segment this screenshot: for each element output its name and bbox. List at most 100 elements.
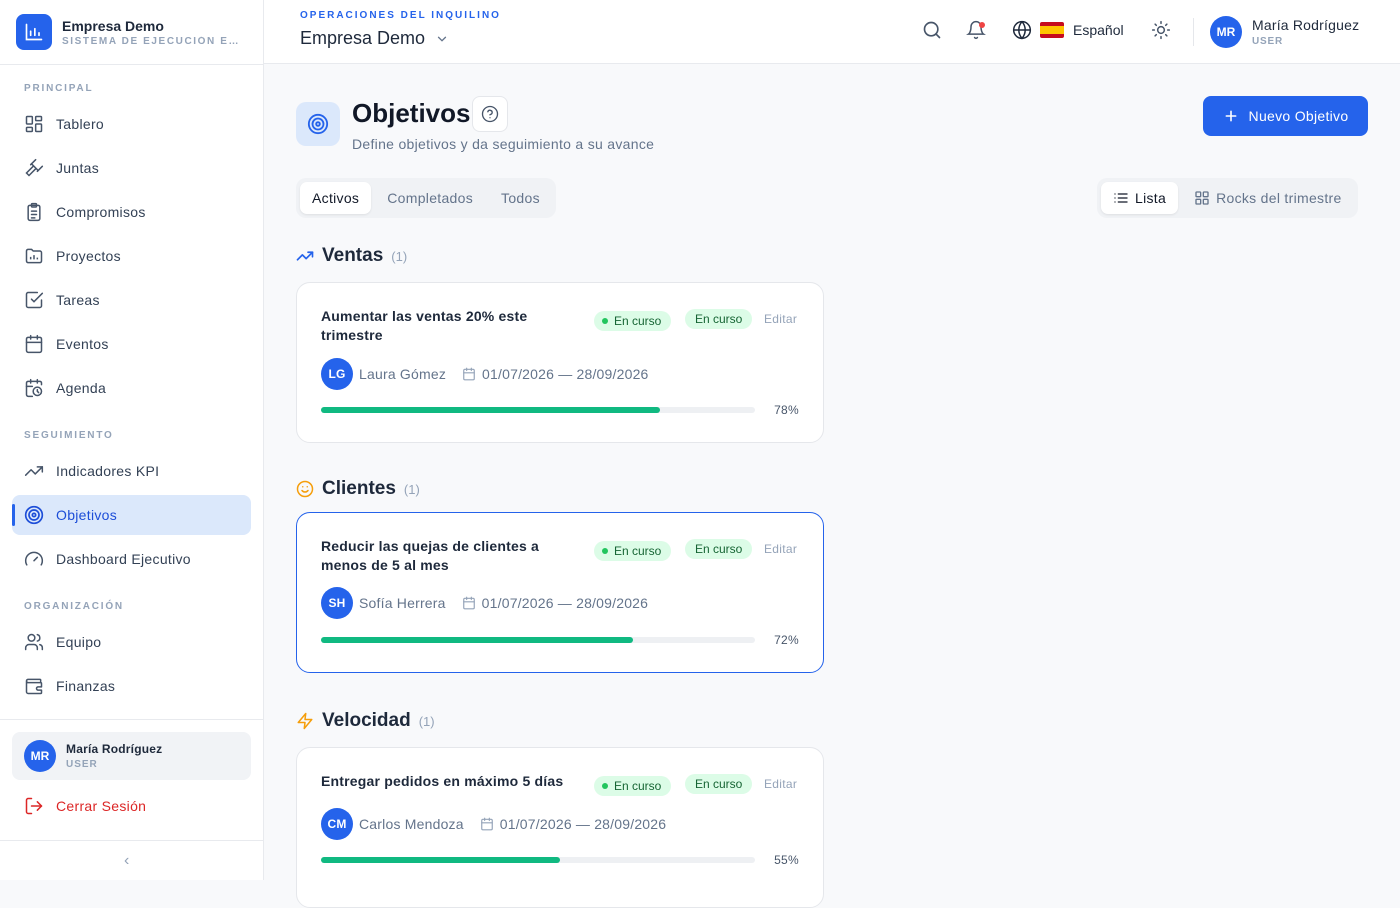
objective-card[interactable]: Aumentar las ventas 20% este trimestre E…	[296, 282, 824, 443]
progress-bar	[321, 857, 755, 863]
sidebar-divider	[0, 719, 264, 720]
brand-name: Empresa Demo	[62, 17, 164, 34]
status-select[interactable]: En curso	[685, 539, 753, 559]
tab-activos[interactable]: Activos	[300, 182, 372, 214]
status-filter-tabs: Activos Completados Todos	[296, 178, 556, 218]
view-lista[interactable]: Lista	[1101, 182, 1179, 214]
status-badge: En curso	[594, 311, 672, 331]
view-toggle: Lista Rocks del trimestre	[1097, 178, 1358, 218]
calendar-clock-icon	[25, 378, 43, 398]
list-icon	[1114, 193, 1128, 203]
search-icon[interactable]	[922, 20, 942, 40]
calendar-icon	[463, 367, 475, 381]
sidebar-item-indicadores-kpi[interactable]: Indicadores KPI	[12, 451, 251, 491]
users-icon	[24, 633, 44, 651]
group-header-velocidad: Velocidad (1)	[296, 710, 435, 732]
page-title: Objetivos	[352, 98, 471, 128]
collapse-sidebar-button[interactable]: ‹	[124, 852, 129, 870]
status-badge: En curso	[594, 541, 672, 561]
new-objective-button[interactable]: Nuevo Objetivo	[1203, 96, 1368, 136]
sidebar-item-label: Objetivos	[56, 507, 118, 523]
sidebar-item-proyectos[interactable]: Proyectos	[12, 236, 251, 276]
sidebar-item-finanzas[interactable]: Finanzas	[12, 666, 251, 706]
tab-todos[interactable]: Todos	[489, 182, 552, 214]
section-label-organizacion: ORGANIZACIÓN	[24, 601, 124, 612]
sidebar-user-role: USER	[66, 759, 98, 770]
owner-name: Laura Gómez	[359, 366, 447, 382]
view-lista-label: Lista	[1135, 190, 1167, 206]
sidebar-item-compromisos[interactable]: Compromisos	[12, 192, 251, 232]
objective-dates: 01/07/2026 — 28/09/2026	[480, 816, 667, 832]
topbar-divider	[1193, 18, 1194, 46]
help-button[interactable]	[472, 96, 508, 132]
sidebar-item-label: Indicadores KPI	[56, 463, 160, 479]
logout-label: Cerrar Sesión	[56, 798, 147, 814]
sidebar-item-label: Compromisos	[56, 204, 146, 220]
sidebar-item-dashboard-ejecutivo[interactable]: Dashboard Ejecutivo	[12, 539, 251, 579]
user-menu[interactable]: MR María Rodríguez USER	[1210, 16, 1359, 48]
logout-icon	[25, 797, 43, 815]
progress-percent: 55%	[774, 853, 799, 867]
section-label-seguimiento: SEGUIMIENTO	[24, 430, 114, 441]
avatar: MR	[1210, 16, 1242, 48]
objective-owner: CM Carlos Mendoza 01/07/2026 — 28/09/202…	[321, 808, 666, 840]
topbar-user-name: María Rodríguez	[1252, 17, 1360, 33]
calendar-icon	[480, 817, 493, 831]
grid-icon	[1195, 191, 1209, 205]
notifications-button[interactable]	[966, 20, 986, 40]
group-count: (1)	[391, 248, 408, 264]
plus-icon	[1225, 110, 1236, 122]
sidebar-item-label: Juntas	[56, 160, 100, 176]
objective-title: Aumentar las ventas 20% este trimestre	[321, 308, 528, 343]
objective-card[interactable]: Reducir las quejas de clientes a menos d…	[296, 512, 824, 673]
owner-name: Carlos Mendoza	[359, 816, 464, 832]
brand[interactable]: Empresa Demo SISTEMA DE EJECUCIÓN EMPRES…	[0, 0, 263, 65]
zap-icon	[297, 712, 313, 730]
sidebar-item-label: Tablero	[56, 116, 105, 132]
sidebar-item-juntas[interactable]: Juntas	[12, 148, 251, 188]
objective-title: Reducir las quejas de clientes a menos d…	[321, 538, 540, 573]
edit-button[interactable]: Editar	[764, 542, 797, 556]
avatar: LG	[321, 358, 353, 390]
tab-completados[interactable]: Completados	[375, 182, 485, 214]
sidebar-divider	[0, 840, 264, 841]
language-label: Español	[1073, 22, 1124, 38]
sidebar-user-name: María Rodríguez	[66, 742, 163, 756]
status-select[interactable]: En curso	[685, 309, 753, 329]
objective-title: Entregar pedidos en máximo 5 días	[321, 773, 564, 789]
sidebar-item-agenda[interactable]: Agenda	[12, 368, 251, 408]
sidebar-item-eventos[interactable]: Eventos	[12, 324, 251, 364]
logout-button[interactable]: Cerrar Sesión	[24, 796, 146, 816]
group-title: Clientes	[322, 478, 396, 499]
chevron-down-icon	[437, 36, 447, 42]
objective-card[interactable]: Entregar pedidos en máximo 5 días En cur…	[296, 747, 824, 908]
view-rocks[interactable]: Rocks del trimestre	[1182, 182, 1354, 214]
sun-icon[interactable]	[1151, 20, 1171, 40]
sidebar-item-objetivos[interactable]: Objetivos	[12, 495, 251, 535]
notification-dot	[979, 22, 985, 28]
sidebar: Empresa Demo SISTEMA DE EJECUCIÓN EMPRES…	[0, 0, 264, 880]
progress-percent: 78%	[774, 403, 799, 417]
sidebar-item-label: Eventos	[56, 336, 109, 352]
folder-icon	[25, 248, 43, 264]
sidebar-item-tareas[interactable]: Tareas	[12, 280, 251, 320]
main-content: Objetivos Define objetivos y da seguimie…	[264, 64, 1400, 908]
gavel-icon	[25, 158, 44, 177]
page-subtitle: Define objetivos y da seguimiento a su a…	[352, 136, 655, 152]
status-select[interactable]: En curso	[685, 774, 753, 794]
language-selector[interactable]: Español	[1012, 20, 1124, 40]
dashboard-grid-icon	[25, 115, 43, 133]
progress-percent: 72%	[774, 633, 799, 647]
tenant-selector[interactable]: Empresa Demo	[300, 28, 449, 49]
target-icon	[296, 102, 340, 146]
sidebar-item-equipo[interactable]: Equipo	[12, 622, 251, 662]
progress-bar	[321, 407, 755, 413]
sidebar-user-card[interactable]: MR María Rodríguez USER	[12, 732, 251, 780]
avatar: MR	[24, 740, 56, 772]
sidebar-item-tablero[interactable]: Tablero	[12, 104, 251, 144]
edit-button[interactable]: Editar	[764, 777, 797, 791]
edit-button[interactable]: Editar	[764, 312, 797, 326]
tenant-name: Empresa Demo	[300, 28, 426, 48]
help-circle-icon	[481, 105, 499, 123]
new-objective-label: Nuevo Objetivo	[1248, 108, 1349, 124]
